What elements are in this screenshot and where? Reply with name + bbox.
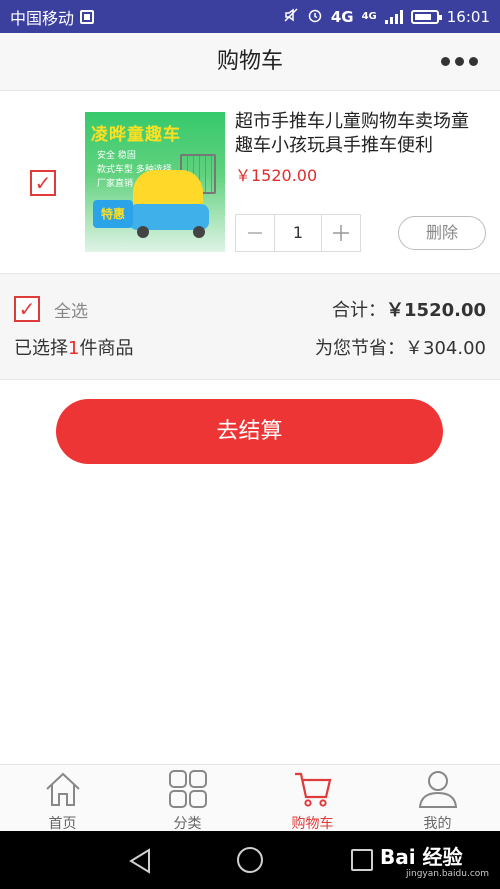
checkout-button[interactable]: 去结算 xyxy=(56,399,443,464)
total-price: 合计：￥1520.00 xyxy=(332,296,486,322)
quantity-value[interactable]: 1 xyxy=(274,215,322,251)
status-bar: 中国移动 4G 4G 16:01 xyxy=(0,0,500,33)
savings: 为您节省：￥304.00 xyxy=(315,334,486,360)
tab-label: 购物车 xyxy=(291,816,334,832)
watermark-url: jingyan.baidu.com xyxy=(406,869,490,879)
increase-quantity-button[interactable] xyxy=(322,215,360,251)
tab-cart[interactable]: 购物车 xyxy=(250,765,375,832)
product-image[interactable]: 凌晔童趣车 安全 稳固 款式车型 多种选择 厂家直销 品质保证 特惠 xyxy=(85,112,225,252)
plus-icon xyxy=(333,225,349,241)
product-price: ￥1520.00 xyxy=(235,166,318,185)
decrease-quantity-button[interactable] xyxy=(236,215,274,251)
signal-icon xyxy=(384,9,403,24)
status-indicators: 4G 4G 16:01 xyxy=(283,7,490,27)
image-badge: 特惠 xyxy=(93,200,133,228)
selected-count: 已选择1件商品 xyxy=(14,334,133,360)
tab-profile[interactable]: 我的 xyxy=(375,765,500,832)
page-title: 购物车 xyxy=(216,49,283,74)
product-name[interactable]: 超市手推车儿童购物车卖场童趣车小孩玩具手推车便利 xyxy=(235,110,485,158)
delete-button[interactable]: 删除 xyxy=(398,216,486,250)
selected-number: 1 xyxy=(68,338,80,359)
item-checkbox[interactable]: ✓ xyxy=(30,170,56,196)
status-carrier: 中国移动 xyxy=(10,5,95,29)
total-amount: ￥1520.00 xyxy=(386,300,486,321)
selected-prefix: 已选择 xyxy=(14,338,68,359)
tab-category[interactable]: 分类 xyxy=(125,765,250,832)
category-icon xyxy=(168,769,208,809)
tab-label: 首页 xyxy=(48,816,77,832)
selected-suffix: 件商品 xyxy=(79,338,134,359)
mute-icon xyxy=(283,7,299,27)
system-nav-bar: Bai 经验 jingyan.baidu.com xyxy=(0,831,500,889)
home-nav-icon[interactable] xyxy=(237,847,263,873)
saving-label: 为您节省： xyxy=(315,338,406,359)
minus-icon xyxy=(248,232,262,234)
back-icon[interactable] xyxy=(128,848,152,874)
recent-apps-icon[interactable] xyxy=(351,849,373,871)
battery-icon xyxy=(410,9,442,24)
tab-label: 我的 xyxy=(423,816,452,832)
bottom-tab-bar: 首页 分类 购物车 我的 xyxy=(0,764,500,832)
quantity-stepper: 1 xyxy=(235,214,361,252)
home-icon xyxy=(43,769,83,809)
watermark-logo: Bai 经验 xyxy=(380,845,463,869)
network-type-label: 4G xyxy=(330,7,354,26)
image-line-1: 安全 稳固 xyxy=(97,151,136,161)
clock-time: 16:01 xyxy=(446,7,490,26)
notification-app-icon xyxy=(80,9,95,24)
wheel-graphic xyxy=(137,226,149,238)
cart-icon xyxy=(293,769,333,809)
cart-item: ✓ 凌晔童趣车 安全 稳固 款式车型 多种选择 厂家直销 品质保证 特惠 超市手… xyxy=(0,92,500,272)
select-all[interactable]: ✓ 全选 xyxy=(14,296,88,322)
wheel-graphic xyxy=(193,226,205,238)
carrier-name: 中国移动 xyxy=(10,8,75,28)
more-menu-icon[interactable] xyxy=(441,57,478,66)
saving-amount: ￥304.00 xyxy=(405,338,486,359)
tab-home[interactable]: 首页 xyxy=(0,765,125,832)
select-all-label: 全选 xyxy=(54,301,88,322)
select-all-checkbox[interactable]: ✓ xyxy=(14,296,40,322)
tab-label: 分类 xyxy=(173,816,202,832)
cart-summary: ✓ 全选 合计：￥1520.00 已选择1件商品 为您节省：￥304.00 xyxy=(0,273,500,380)
alarm-icon xyxy=(307,7,323,27)
user-icon xyxy=(418,769,458,809)
network-type-label-2: 4G xyxy=(361,11,377,22)
total-label: 合计： xyxy=(332,300,387,321)
app-header: 购物车 xyxy=(0,33,500,91)
image-title-text: 凌晔童趣车 xyxy=(91,125,181,145)
